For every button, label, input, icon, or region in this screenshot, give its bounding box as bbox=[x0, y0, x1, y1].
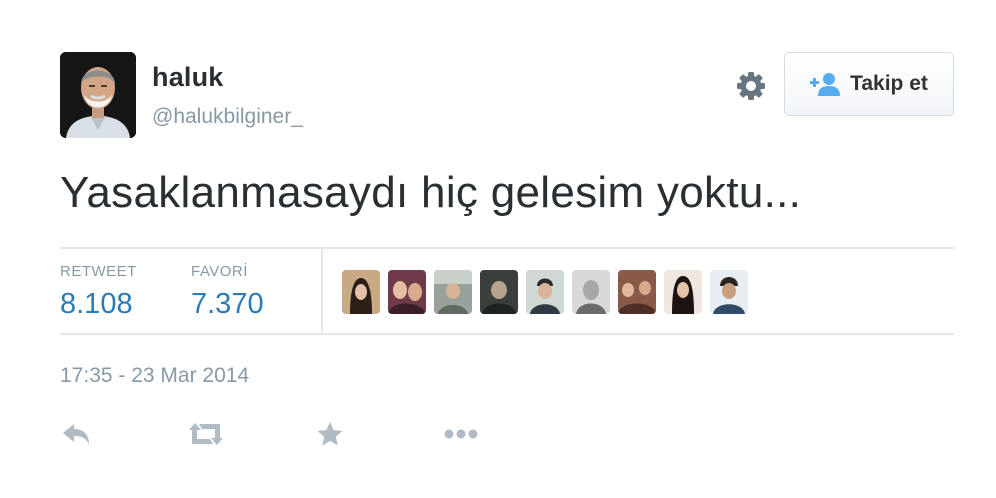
favoriter-avatar[interactable] bbox=[526, 270, 564, 314]
favoriter-avatars bbox=[342, 270, 748, 314]
user-avatar[interactable] bbox=[60, 52, 136, 138]
favorite-count-label: FAVORİ bbox=[191, 263, 248, 280]
retweet-button[interactable] bbox=[187, 420, 225, 448]
favoriter-avatar[interactable] bbox=[710, 270, 748, 314]
favoriter-avatar[interactable] bbox=[618, 270, 656, 314]
reply-button[interactable] bbox=[60, 420, 92, 448]
favoriter-avatar[interactable] bbox=[664, 270, 702, 314]
favoriter-avatar[interactable] bbox=[388, 270, 426, 314]
favorite-icon bbox=[317, 421, 343, 446]
tweet-text: Yasaklanmasaydı hiç gelesim yoktu... bbox=[60, 168, 802, 217]
favoriter-avatar[interactable] bbox=[572, 270, 610, 314]
avatar-image bbox=[60, 52, 136, 138]
settings-button[interactable] bbox=[733, 68, 769, 104]
tweet-timestamp[interactable]: 17:35 - 23 Mar 2014 bbox=[60, 364, 249, 388]
more-icon bbox=[444, 429, 478, 439]
favorite-count[interactable]: 7.370 bbox=[191, 288, 264, 321]
favoriter-avatar[interactable] bbox=[342, 270, 380, 314]
favoriter-avatar[interactable] bbox=[480, 270, 518, 314]
divider-bottom bbox=[60, 333, 954, 335]
follow-button-label: Takip et bbox=[850, 72, 928, 95]
user-handle[interactable]: @halukbilginer_ bbox=[152, 105, 303, 129]
follow-button[interactable]: Takip et bbox=[784, 52, 954, 116]
retweet-count-label: RETWEET bbox=[60, 263, 137, 280]
favorite-button[interactable] bbox=[315, 420, 345, 448]
gear-icon bbox=[737, 72, 765, 100]
add-user-icon bbox=[810, 73, 841, 96]
reply-icon bbox=[63, 424, 89, 444]
user-display-name[interactable]: haluk bbox=[152, 62, 224, 93]
retweet-icon bbox=[189, 423, 223, 445]
favoriter-avatar[interactable] bbox=[434, 270, 472, 314]
divider-top bbox=[60, 247, 954, 249]
more-button[interactable] bbox=[444, 420, 478, 448]
retweet-count[interactable]: 8.108 bbox=[60, 288, 133, 321]
stats-divider bbox=[321, 249, 323, 333]
